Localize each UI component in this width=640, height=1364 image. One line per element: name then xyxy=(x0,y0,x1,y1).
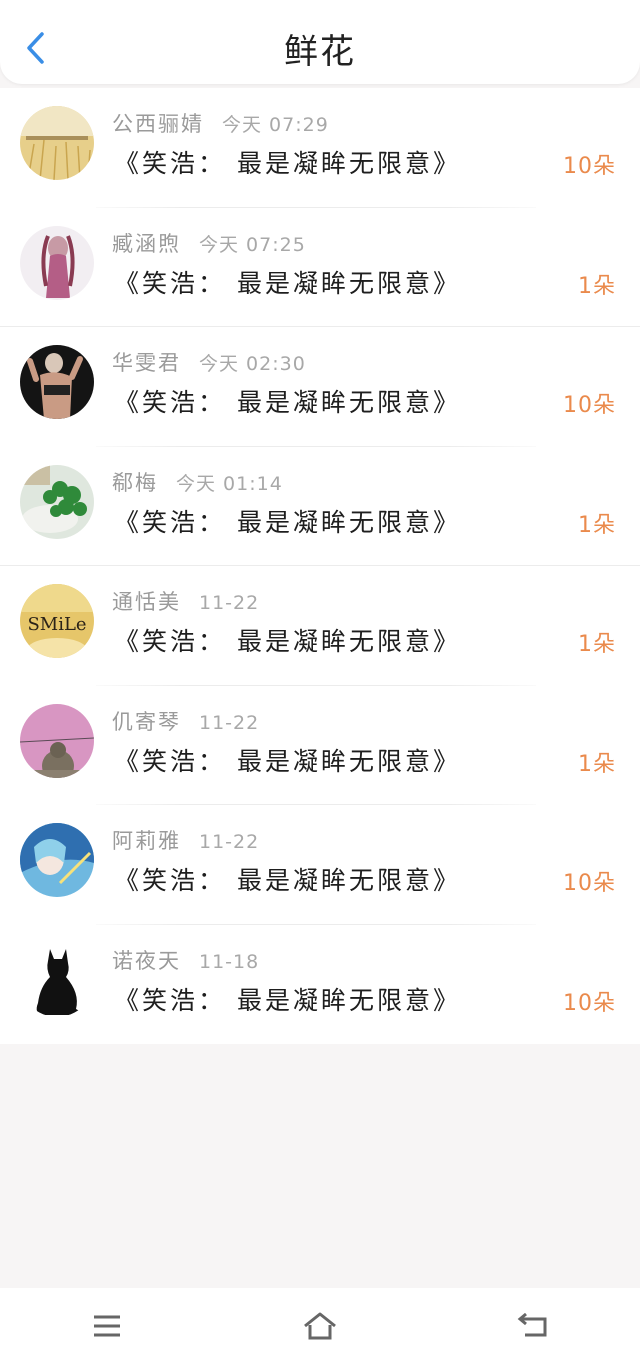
flower-count: 1朵 xyxy=(578,273,616,299)
user-name: 郗梅 xyxy=(112,470,158,495)
home-button[interactable] xyxy=(290,1301,350,1351)
timestamp: 今天 01:14 xyxy=(176,472,283,495)
timestamp: 11-22 xyxy=(199,592,260,614)
list-item[interactable]: 公西骊婧 今天 07:29 《笑浩： 最是凝眸无限意》 10朵 xyxy=(0,88,640,208)
timestamp: 今天 07:25 xyxy=(199,233,306,256)
system-nav-bar xyxy=(0,1288,640,1364)
user-name: 华雯君 xyxy=(112,351,181,375)
back-nav-button[interactable] xyxy=(503,1301,563,1351)
avatar-girl xyxy=(20,225,94,300)
avatar-wheat-field xyxy=(20,106,94,180)
user-name: 仉寄琴 xyxy=(112,709,181,734)
menu-button[interactable] xyxy=(77,1301,137,1351)
flower-count: 1朵 xyxy=(578,751,616,777)
flower-count: 1朵 xyxy=(578,632,616,657)
header-bar: 鲜花 xyxy=(0,0,640,84)
user-name: 臧涵煦 xyxy=(112,231,181,256)
avatar-smile: SMiLe xyxy=(20,584,94,658)
user-name: 通恬美 xyxy=(112,590,181,614)
avatar-plant xyxy=(20,464,94,539)
list-item[interactable]: 诺夜天 11-18 《笑浩： 最是凝眸无限意》 10朵 xyxy=(0,925,640,1045)
avatar-anime xyxy=(20,823,94,897)
avatar-black-cat xyxy=(20,942,94,1017)
flower-count: 10朵 xyxy=(563,990,616,1016)
book-title: 《笑浩： 最是凝眸无限意》 xyxy=(114,388,461,417)
book-title: 《笑浩： 最是凝眸无限意》 xyxy=(114,149,461,178)
avatar-fitness xyxy=(20,345,94,419)
user-name: 阿莉雅 xyxy=(112,829,181,853)
flower-count: 1朵 xyxy=(578,512,616,538)
list-item[interactable]: 臧涵煦 今天 07:25 《笑浩： 最是凝眸无限意》 1朵 xyxy=(0,208,640,327)
home-icon xyxy=(304,1312,336,1340)
page-title: 鲜花 xyxy=(284,32,356,72)
list-item[interactable]: 华雯君 今天 02:30 《笑浩： 最是凝眸无限意》 10朵 xyxy=(0,327,640,447)
book-title: 《笑浩： 最是凝眸无限意》 xyxy=(114,627,461,656)
menu-icon xyxy=(93,1315,120,1337)
flower-count: 10朵 xyxy=(563,393,616,418)
timestamp: 11-22 xyxy=(199,831,260,853)
book-title: 《笑浩： 最是凝眸无限意》 xyxy=(114,507,461,537)
book-title: 《笑浩： 最是凝眸无限意》 xyxy=(114,985,461,1015)
list-item[interactable]: SMiLe 通恬美 11-22 《笑浩： 最是凝眸无限意》 1朵 xyxy=(0,566,640,686)
book-title: 《笑浩： 最是凝眸无限意》 xyxy=(114,866,461,895)
flower-list: 公西骊婧 今天 07:29 《笑浩： 最是凝眸无限意》 10朵 臧涵煦 今天 0… xyxy=(0,88,640,1044)
timestamp: 今天 07:29 xyxy=(222,114,329,136)
user-name: 诺夜天 xyxy=(112,948,181,973)
flower-count: 10朵 xyxy=(563,871,616,896)
list-item[interactable]: 仉寄琴 11-22 《笑浩： 最是凝眸无限意》 1朵 xyxy=(0,686,640,805)
book-title: 《笑浩： 最是凝眸无限意》 xyxy=(114,746,461,776)
avatar-text: SMiLe xyxy=(27,614,86,635)
return-icon xyxy=(517,1313,547,1337)
list-item[interactable]: 郗梅 今天 01:14 《笑浩： 最是凝眸无限意》 1朵 xyxy=(0,447,640,566)
list-item[interactable]: 阿莉雅 11-22 《笑浩： 最是凝眸无限意》 10朵 xyxy=(0,805,640,925)
timestamp: 11-22 xyxy=(199,711,260,734)
flower-count: 10朵 xyxy=(563,154,616,179)
timestamp: 今天 02:30 xyxy=(199,353,306,375)
timestamp: 11-18 xyxy=(199,950,260,973)
avatar-pink-sky xyxy=(20,703,94,778)
user-name: 公西骊婧 xyxy=(112,112,204,136)
book-title: 《笑浩： 最是凝眸无限意》 xyxy=(114,268,461,298)
